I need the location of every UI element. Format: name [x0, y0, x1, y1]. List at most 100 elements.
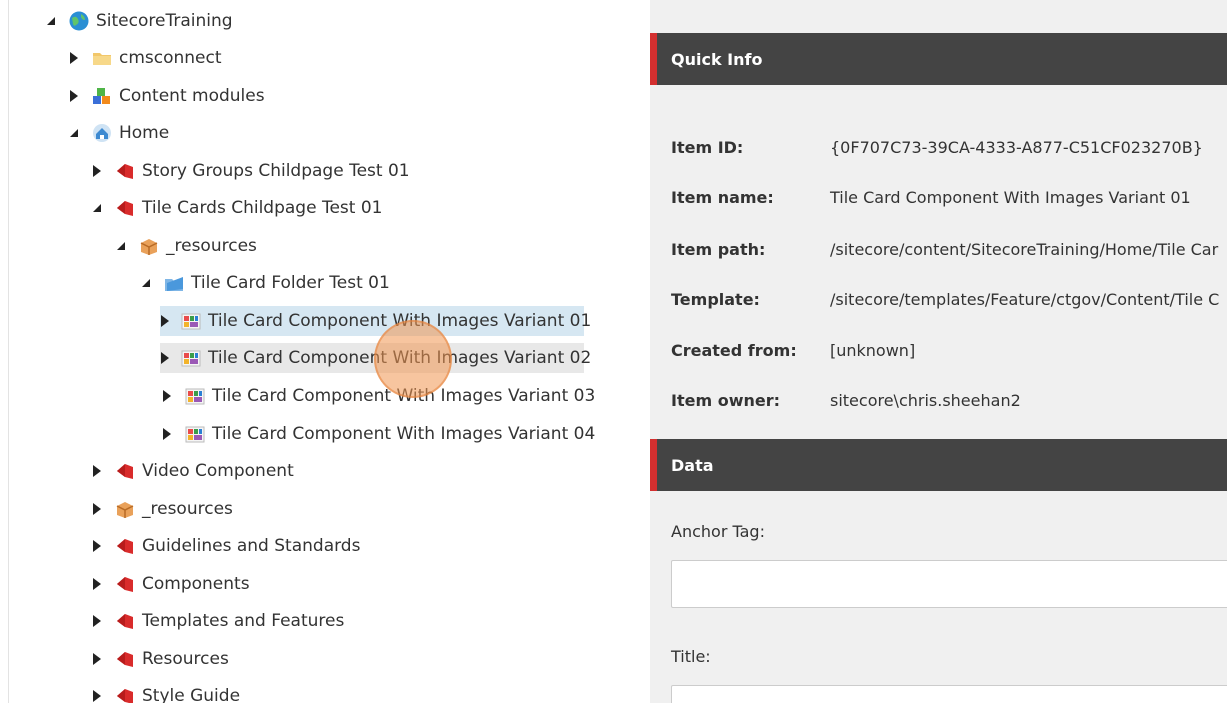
page-icon: [114, 460, 136, 482]
tree-node-label: Resources: [142, 649, 229, 669]
quick-info-header[interactable]: Quick Info: [650, 33, 1227, 85]
item-owner-row: Item owner: sitecore\chris.sheehan2: [671, 387, 1021, 413]
item-name-label: Item name:: [671, 187, 774, 207]
tree-node-label: SitecoreTraining: [96, 11, 233, 31]
item-name-row: Item name: Tile Card Component With Imag…: [671, 184, 1191, 210]
collapsed-arrow-icon[interactable]: [90, 539, 104, 553]
page-icon: [114, 610, 136, 632]
expanded-arrow-icon[interactable]: [44, 14, 58, 28]
collapsed-arrow-icon[interactable]: [160, 351, 170, 365]
home-icon: [91, 122, 113, 144]
tree-node-variant-02[interactable]: Tile Card Component With Images Variant …: [160, 343, 591, 373]
tree-node-resources[interactable]: _resources: [114, 231, 257, 261]
tree-node-sitecoretraining[interactable]: SitecoreTraining: [44, 6, 233, 36]
blue-folder-icon: [163, 272, 185, 294]
item-owner-label: Item owner:: [671, 390, 780, 410]
tree-node-content-modules[interactable]: Content modules: [67, 81, 265, 111]
collapsed-arrow-icon[interactable]: [90, 577, 104, 591]
item-id-value: {0F707C73-39CA-4333-A877-C51CF023270B}: [830, 137, 1203, 157]
tree-node-templates-features[interactable]: Templates and Features: [90, 606, 344, 636]
tree-node-label: Components: [142, 574, 250, 594]
tree-node-story-groups[interactable]: Story Groups Childpage Test 01: [90, 156, 410, 186]
tree-node-components[interactable]: Components: [90, 569, 250, 599]
tree-node-label: _resources: [166, 236, 257, 256]
tree-node-variant-04[interactable]: Tile Card Component With Images Variant …: [160, 419, 595, 449]
tree-divider: [8, 0, 9, 703]
quick-info-title: Quick Info: [671, 49, 763, 69]
tree-node-video-component[interactable]: Video Component: [90, 456, 294, 486]
component-icon: [184, 385, 206, 407]
expanded-arrow-icon[interactable]: [139, 276, 153, 290]
content-tree: SitecoreTraining cmsconnect Content modu…: [0, 0, 640, 703]
tree-node-label: cmsconnect: [119, 48, 222, 68]
item-path-row: Item path: /sitecore/content/SitecoreTra…: [671, 236, 1218, 262]
collapsed-arrow-icon[interactable]: [160, 314, 170, 328]
collapsed-arrow-icon[interactable]: [90, 502, 104, 516]
folder-icon: [91, 47, 113, 69]
tree-node-label: Tile Card Component With Images Variant …: [212, 386, 596, 406]
created-from-value: [unknown]: [830, 340, 916, 360]
modules-icon: [91, 85, 113, 107]
tree-node-guidelines[interactable]: Guidelines and Standards: [90, 531, 360, 561]
expanded-arrow-icon[interactable]: [67, 126, 81, 140]
tree-node-label: Tile Card Component With Images Variant …: [208, 348, 592, 368]
item-id-row: Item ID: {0F707C73-39CA-4333-A877-C51CF0…: [671, 134, 1203, 160]
collapsed-arrow-icon[interactable]: [90, 652, 104, 666]
tree-node-label: Tile Card Folder Test 01: [191, 273, 390, 293]
tree-node-label: Video Component: [142, 461, 294, 481]
created-from-row: Created from: [unknown]: [671, 337, 915, 363]
page-icon: [114, 648, 136, 670]
tree-node-style-guide[interactable]: Style Guide: [90, 681, 240, 703]
component-icon: [184, 423, 206, 445]
globe-icon: [68, 10, 90, 32]
anchor-tag-input[interactable]: [671, 560, 1227, 608]
collapsed-arrow-icon[interactable]: [160, 427, 174, 441]
tree-node-variant-01[interactable]: Tile Card Component With Images Variant …: [160, 306, 591, 336]
tree-node-label: Content modules: [119, 86, 265, 106]
tree-node-tile-cards-childpage[interactable]: Tile Cards Childpage Test 01: [90, 193, 382, 223]
resources-icon: [114, 498, 136, 520]
collapsed-arrow-icon[interactable]: [90, 164, 104, 178]
anchor-tag-label: Anchor Tag:: [671, 522, 765, 541]
page-icon: [114, 197, 136, 219]
item-owner-value: sitecore\chris.sheehan2: [830, 390, 1021, 410]
component-icon: [180, 310, 202, 332]
data-section-header[interactable]: Data: [650, 439, 1227, 491]
tree-node-label: Guidelines and Standards: [142, 536, 361, 556]
title-input[interactable]: Test Title for Tile Card With Images 1: [671, 685, 1227, 703]
component-icon: [180, 347, 202, 369]
title-label: Title:: [671, 647, 711, 666]
content-editor: Quick Info Item ID: {0F707C73-39CA-4333-…: [650, 0, 1227, 703]
collapsed-arrow-icon[interactable]: [67, 89, 81, 103]
tree-node-cmsconnect[interactable]: cmsconnect: [67, 43, 222, 73]
expanded-arrow-icon[interactable]: [114, 239, 128, 253]
page-icon: [114, 160, 136, 182]
tree-node-label: Templates and Features: [142, 611, 345, 631]
content-top-bar: [650, 0, 1227, 33]
collapsed-arrow-icon[interactable]: [90, 614, 104, 628]
page-icon: [114, 535, 136, 557]
tree-node-label: Tile Card Component With Images Variant …: [212, 424, 596, 444]
collapsed-arrow-icon[interactable]: [90, 689, 104, 703]
tree-node-label: Home: [119, 123, 170, 143]
tree-node-variant-03[interactable]: Tile Card Component With Images Variant …: [160, 381, 595, 411]
data-section-title: Data: [671, 455, 714, 475]
tree-node-resources-2[interactable]: _resources: [90, 494, 233, 524]
template-row: Template: /sitecore/templates/Feature/ct…: [671, 286, 1219, 312]
resources-icon: [138, 235, 160, 257]
collapsed-arrow-icon[interactable]: [67, 51, 81, 65]
item-name-value: Tile Card Component With Images Variant …: [830, 187, 1191, 207]
tree-node-home[interactable]: Home: [67, 118, 169, 148]
page-icon: [114, 573, 136, 595]
collapsed-arrow-icon[interactable]: [90, 464, 104, 478]
tree-node-tile-card-folder[interactable]: Tile Card Folder Test 01: [139, 268, 390, 298]
tree-node-resources-page[interactable]: Resources: [90, 644, 229, 674]
tree-node-label: Tile Card Component With Images Variant …: [208, 311, 592, 331]
tree-node-label: Story Groups Childpage Test 01: [142, 161, 410, 181]
template-label: Template:: [671, 289, 760, 309]
item-path-label: Item path:: [671, 239, 766, 259]
tree-node-label: Style Guide: [142, 686, 241, 703]
collapsed-arrow-icon[interactable]: [160, 389, 174, 403]
expanded-arrow-icon[interactable]: [90, 201, 104, 215]
template-value[interactable]: /sitecore/templates/Feature/ctgov/Conten…: [830, 290, 1219, 309]
